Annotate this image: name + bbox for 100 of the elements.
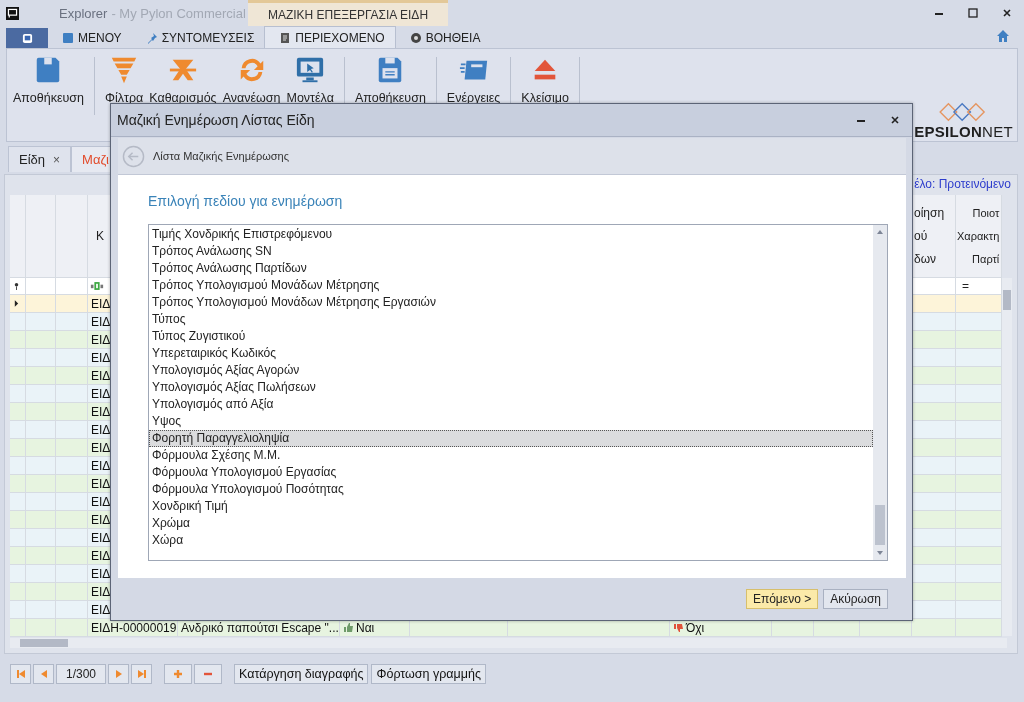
list-item[interactable]: Χώρα xyxy=(149,532,873,549)
list-item[interactable]: Υπολογισμός από Αξία xyxy=(149,396,873,413)
ribbon-tab[interactable]: ΣΥΝΤΟΜΕΥΣΕΙΣ xyxy=(131,28,265,48)
list-item[interactable]: Τρόπος Ανάλωσης SN xyxy=(149,243,873,260)
action-button[interactable]: Κατάργηση διαγραφής xyxy=(234,664,369,684)
scroll-thumb[interactable] xyxy=(1003,290,1011,310)
filter-operator[interactable]: = xyxy=(956,279,969,293)
list-item[interactable]: Χρώμα xyxy=(149,515,873,532)
vertical-scrollbar[interactable] xyxy=(1002,278,1012,636)
table-cell-text: ΕΙΔ xyxy=(90,566,111,581)
table-cell-text: ΕΙΔ xyxy=(90,602,111,617)
list-item[interactable]: Τύπος Ζυγιστικού xyxy=(149,328,873,345)
table-cell-text: ΕΙΔ xyxy=(90,314,111,329)
ribbon-button[interactable]: Κλείσιμο xyxy=(519,55,571,105)
table-cell-text: Ανδρικό παπούτσι Escape "... xyxy=(180,620,339,635)
table-cell-text: ΕΙΔ xyxy=(90,530,111,545)
pin-icon xyxy=(145,32,158,44)
page-position-field[interactable]: 1/300 xyxy=(56,664,106,684)
first-icon xyxy=(15,669,26,679)
close-icon[interactable] xyxy=(890,115,900,125)
column-header[interactable]: οίηση ού δων xyxy=(912,201,945,271)
list-item[interactable]: Τιμής Χονδρικής Επιστρεφόμενου xyxy=(149,226,873,243)
list-item[interactable]: Τρόπος Ανάλωσης Παρτίδων xyxy=(149,260,873,277)
table-cell-text: ΕΙΔ xyxy=(90,440,111,455)
app-logo-icon xyxy=(6,6,19,20)
book-icon xyxy=(62,32,74,44)
ribbon-button[interactable]: Ανανέωση xyxy=(220,55,283,105)
table-cell-text: ΕΙΔ xyxy=(90,512,111,527)
column-header[interactable]: Ποιοτ Χαρακτη Παρτί xyxy=(956,201,1000,271)
table-cell-text: ΕΙΔ xyxy=(90,368,111,383)
document-tab[interactable]: Είδη × xyxy=(8,146,72,172)
list-item[interactable]: Τρόπος Υπολογισμού Μονάδων Μέτρησης Εργασιών xyxy=(149,294,873,311)
window-icon xyxy=(21,32,33,44)
table-cell-text: ΕΙΔ xyxy=(90,350,111,365)
add-button[interactable] xyxy=(164,664,192,684)
ribbon-button[interactable]: Φίλτρα xyxy=(102,55,146,105)
ribbon-button[interactable]: Αποθήκευση xyxy=(11,55,86,105)
list-scrollbar[interactable] xyxy=(873,225,887,560)
action-button[interactable]: Φόρτωση γραμμής xyxy=(371,664,486,684)
first-page-button[interactable] xyxy=(10,664,31,684)
app-name: Explorer xyxy=(59,5,108,21)
row-indicator-icon xyxy=(14,300,19,307)
last-icon xyxy=(136,669,147,679)
table-cell-text: ΕΙΔ xyxy=(90,422,111,437)
previous-page-button[interactable] xyxy=(33,664,54,684)
home-icon[interactable] xyxy=(996,29,1010,43)
list-item[interactable]: Τρόπος Υπολογισμού Μονάδων Μέτρησης xyxy=(149,277,873,294)
next-icon xyxy=(113,669,124,679)
context-tab[interactable]: ΜΑΖΙΚΗ ΕΠΕΞΕΡΓΑΣΙΑ ΕΙΔΗ xyxy=(248,0,448,26)
last-page-button[interactable] xyxy=(131,664,152,684)
text-filter-icon[interactable] xyxy=(90,282,104,290)
list-item[interactable]: Τύπος xyxy=(149,311,873,328)
field-list[interactable] xyxy=(148,224,888,561)
ribbon-button[interactable]: Μοντέλα xyxy=(284,55,336,105)
list-item[interactable]: Υπολογισμός Αξίας Πωλήσεων xyxy=(149,379,873,396)
dialog-button[interactable]: Ακύρωση xyxy=(823,589,888,609)
scroll-down-icon[interactable] xyxy=(876,550,884,556)
pin-icon xyxy=(13,281,20,291)
table-cell-text: Ναι xyxy=(355,620,375,635)
logo-text: EPSILONNET xyxy=(914,123,1013,140)
ribbon-tab[interactable]: ΒΟΗΘΕΙΑ xyxy=(395,28,491,48)
ribbon-tab[interactable]: ΠΕΡΙΕΧΟΜΕΝΟ xyxy=(264,26,396,48)
close-icon[interactable] xyxy=(1002,8,1012,18)
table-cell-text: ΕΙΔ xyxy=(90,494,111,509)
list-item[interactable]: Υψος xyxy=(149,413,873,430)
list-item[interactable]: Φόρμουλα Υπολογισμού Ποσότητας xyxy=(149,481,873,498)
list-item[interactable]: Φόρμουλα Υπολογισμού Εργασίας xyxy=(149,464,873,481)
table-cell-text: ΕΙΔΗ-00000019 xyxy=(90,620,177,635)
horizontal-scrollbar[interactable] xyxy=(10,638,1007,648)
ribbon-tab[interactable]: ΜΕΝΟΥ xyxy=(48,28,132,48)
monitor-icon xyxy=(295,55,326,85)
list-item[interactable]: Χονδρική Τιμή xyxy=(149,498,873,515)
scroll-thumb[interactable] xyxy=(875,505,885,545)
table-cell-text: Όχι xyxy=(684,620,705,635)
scroll-up-icon[interactable] xyxy=(876,229,884,235)
table-cell-text: ΕΙΔ xyxy=(90,404,111,419)
app-menu-button[interactable] xyxy=(6,28,48,48)
dialog-title: Μαζική Ενημέρωση Λίστας Είδη xyxy=(117,112,315,128)
step-title: Λίστα Μαζικής Ενημέρωσης xyxy=(153,150,290,162)
table-cell-text: ΕΙΔ xyxy=(90,458,111,473)
table-cell-text: ΕΙΔ xyxy=(90,548,111,563)
plus-icon xyxy=(173,669,183,679)
ribbon-button[interactable]: Αποθήκευση xyxy=(352,55,428,105)
scroll-thumb[interactable] xyxy=(20,639,68,647)
dialog-button[interactable]: Επόμενο > xyxy=(745,589,819,609)
remove-button[interactable] xyxy=(194,664,222,684)
section-heading: Επιλογή πεδίου για ενημέρωση xyxy=(148,193,344,211)
list-item[interactable]: Υπολογισμός Αξίας Αγορών xyxy=(149,362,873,379)
layout-label[interactable]: έλο: Προτεινόμενο xyxy=(914,177,1011,191)
ribbon-button[interactable]: Καθαρισμός xyxy=(147,55,219,105)
list-item[interactable]: Φορητή Παραγγελιοληψία xyxy=(149,430,873,447)
list-item[interactable]: Υπερεταιρικός Κωδικός xyxy=(149,345,873,362)
maximize-icon[interactable] xyxy=(968,8,978,18)
document-icon xyxy=(279,31,292,44)
column-header[interactable]: Κ xyxy=(88,224,104,248)
table-row[interactable]: ΕΙΔΗ-00000019 Ανδρικό παπούτσι Escape "... Ναι Όχι xyxy=(10,619,1002,637)
table-cell-text: ΕΙΔ xyxy=(90,476,111,491)
list-item[interactable]: Φόρμουλα Σχέσης Μ.Μ. xyxy=(149,447,873,464)
next-page-button[interactable] xyxy=(108,664,129,684)
ribbon-button[interactable]: Ενέργειες xyxy=(444,55,503,105)
